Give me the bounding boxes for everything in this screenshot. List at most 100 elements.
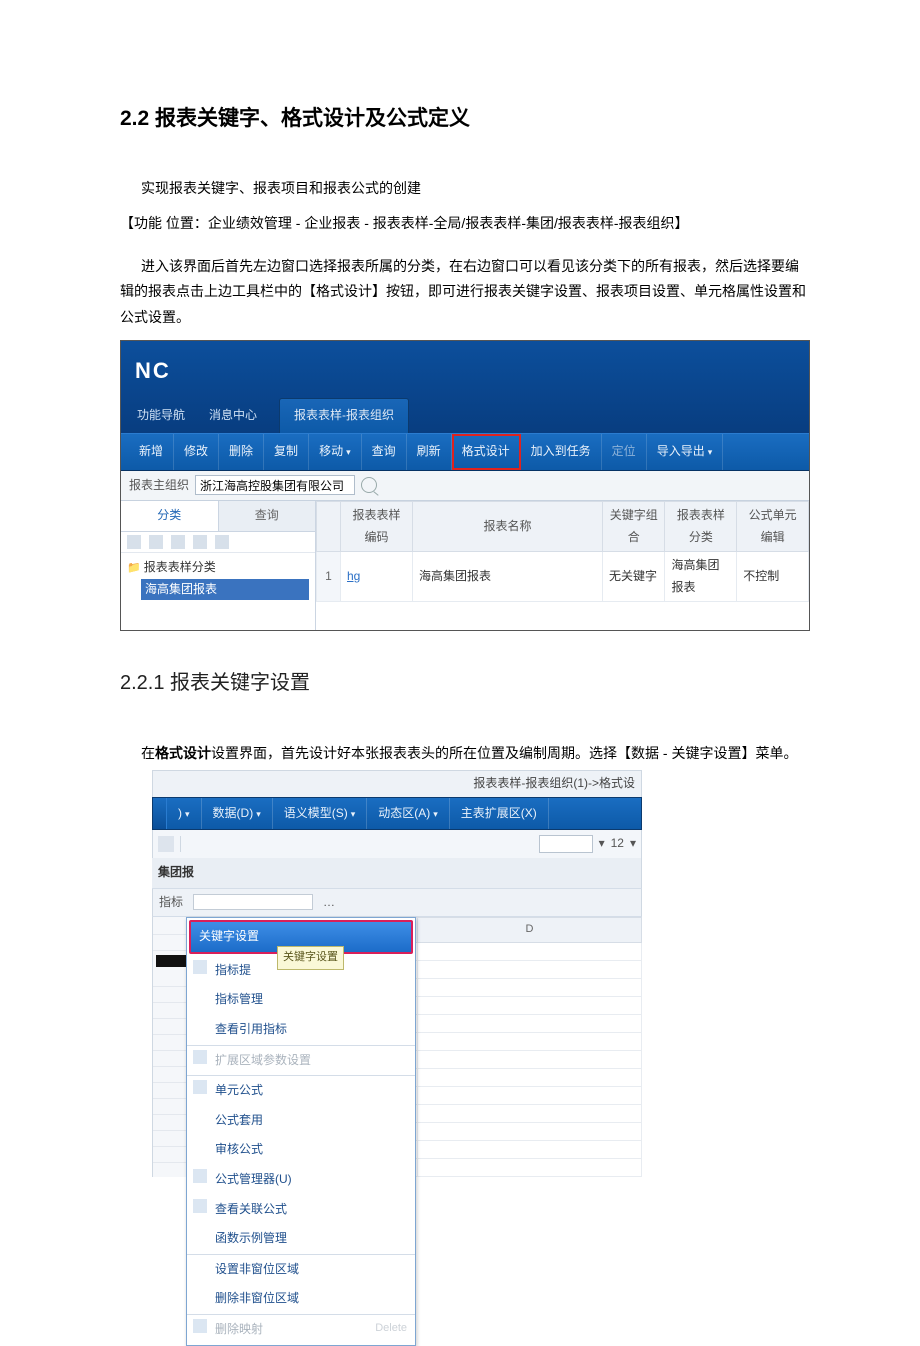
nc-btn-query[interactable]: 查询 xyxy=(362,434,407,470)
ms-menubar-handle xyxy=(153,798,167,830)
grid-col-keycombo: 关键字组合 xyxy=(603,502,665,552)
ms-menubar: )▾ 数据(D)▾ 语义模型(S)▾ 动态区(A)▾ 主表扩展区(X) xyxy=(152,797,642,831)
ms-menu-data[interactable]: 数据(D)▾ xyxy=(202,798,273,830)
menu-item-formula-apply[interactable]: 公式套用 xyxy=(187,1106,415,1136)
nc-filter-org-input[interactable] xyxy=(195,475,355,495)
menu-item-del-mapping: 删除映射Delete xyxy=(187,1314,415,1345)
grid-cell-idx: 1 xyxy=(317,552,341,602)
menu-item-set-nonwindow[interactable]: 设置非窗位区域 xyxy=(187,1254,415,1285)
ms-indicator-input[interactable] xyxy=(193,894,313,910)
grid-col-name: 报表名称 xyxy=(413,502,603,552)
grid-col-idx xyxy=(317,502,341,552)
menu-item-view-related-formula[interactable]: 查看关联公式 xyxy=(187,1195,415,1225)
nc-left-icon-row xyxy=(121,532,315,553)
nc-filter-label: 报表主组织 xyxy=(129,475,189,497)
menu-item-icon xyxy=(193,1199,207,1213)
nc-btn-refresh[interactable]: 刷新 xyxy=(407,434,452,470)
ms-menu-dynamic[interactable]: 动态区(A)▾ xyxy=(367,798,450,830)
ms-format-toolbar: ▾ 12 ▾ xyxy=(152,830,642,858)
nc-btn-copy[interactable]: 复制 xyxy=(264,434,309,470)
menu-item-icon xyxy=(193,1050,207,1064)
menu-item-function-example[interactable]: 函数示例管理 xyxy=(187,1224,415,1254)
nc-screenshot: NC 功能导航 消息中心 报表表样-报表组织 新增 修改 删除 复制 移动▾ 查… xyxy=(120,340,810,631)
menu-item-audit-formula[interactable]: 审核公式 xyxy=(187,1135,415,1165)
nc-report-grid: 报表表样编码 报表名称 关键字组合 报表表样分类 公式单元编辑 1 hg 海高集… xyxy=(316,501,809,602)
menu-item-icon xyxy=(193,1319,207,1333)
nc-btn-edit[interactable]: 修改 xyxy=(174,434,219,470)
nc-tab-message-center[interactable]: 消息中心 xyxy=(207,399,259,433)
data-menu-dropdown: 关键字设置 关键字设置 指标提 指标管理 查看引用指标 扩展区域参数设置 单元公… xyxy=(186,917,416,1345)
ms-menu-semantic[interactable]: 语义模型(S)▾ xyxy=(273,798,368,830)
ms-tab-indicator[interactable]: 指标 xyxy=(159,892,183,914)
menu-item-icon xyxy=(193,1169,207,1183)
nc-filter-bar: 报表主组织 xyxy=(121,471,809,502)
section-2-2-intro: 实现报表关键字、报表项目和报表公式的创建 xyxy=(120,176,810,201)
grid-col-code: 报表表样编码 xyxy=(341,502,413,552)
chevron-down-icon[interactable]: ▾ xyxy=(599,833,605,855)
nc-btn-add-to-task[interactable]: 加入到任务 xyxy=(521,434,602,470)
chevron-down-icon: ▾ xyxy=(256,809,261,819)
chevron-down-icon: ▾ xyxy=(433,809,438,819)
grid-cell-edit: 不控制 xyxy=(737,552,809,602)
grid-cell-keycombo: 无关键字 xyxy=(603,552,665,602)
nc-btn-locate: 定位 xyxy=(602,434,647,470)
ellipsis-icon[interactable]: … xyxy=(323,892,335,914)
section-2-2-function-path: 【功能 位置：企业绩效管理 - 企业报表 - 报表表样-全局/报表表样-集团/报… xyxy=(120,211,810,236)
nc-top-tabs: 功能导航 消息中心 报表表样-报表组织 xyxy=(135,398,795,433)
menu-item-cell-formula[interactable]: 单元公式 xyxy=(187,1075,415,1106)
toolbar-icon[interactable] xyxy=(158,836,174,852)
ms-sheet-label: 集团报 xyxy=(152,858,200,888)
tree-tool-icon[interactable] xyxy=(193,535,207,549)
nc-btn-format-design[interactable]: 格式设计 xyxy=(452,434,521,470)
search-icon[interactable] xyxy=(361,477,377,493)
nc-btn-move[interactable]: 移动▾ xyxy=(309,434,362,470)
tree-leaf-selected[interactable]: 海高集团报表 xyxy=(141,579,309,601)
nc-left-tab-category[interactable]: 分类 xyxy=(121,501,219,531)
ms-window-title: 报表表样-报表组织(1)->格式设 xyxy=(152,770,642,797)
chevron-down-icon: ▾ xyxy=(708,447,713,457)
tree-root[interactable]: 报表表样分类 xyxy=(127,557,309,579)
section-2-2-1-title: 2.2.1 报表关键字设置 xyxy=(120,665,810,701)
nc-left-tab-query[interactable]: 查询 xyxy=(219,501,316,531)
menu-item-icon xyxy=(193,960,207,974)
ms-col-header-d[interactable]: D xyxy=(418,918,642,943)
section-2-2-desc: 进入该界面后首先左边窗口选择报表所属的分类，在右边窗口可以看见该分类下的所有报表… xyxy=(120,254,810,330)
tree-tool-icon[interactable] xyxy=(127,535,141,549)
menu-item-icon xyxy=(193,1080,207,1094)
chevron-down-icon: ▾ xyxy=(351,809,356,819)
section-2-2-1-desc: 在格式设计设置界面，首先设计好本张报表表头的所在位置及编制周期。选择【数据 - … xyxy=(120,741,810,766)
grid-cell-category: 海高集团报表 xyxy=(665,552,737,602)
grid-code-link[interactable]: hg xyxy=(347,569,360,583)
chevron-down-icon: ▾ xyxy=(346,447,351,457)
tree-tool-icon[interactable] xyxy=(215,535,229,549)
section-2-2-title: 2.2 报表关键字、格式设计及公式定义 xyxy=(120,100,810,138)
grid-col-category: 报表表样分类 xyxy=(665,502,737,552)
nc-btn-new[interactable]: 新增 xyxy=(129,434,174,470)
chevron-down-icon: ▾ xyxy=(185,809,190,819)
nc-btn-delete[interactable]: 删除 xyxy=(219,434,264,470)
tree-tool-icon[interactable] xyxy=(171,535,185,549)
font-family-select[interactable] xyxy=(539,835,593,853)
menu-item-indicator-extract[interactable]: 指标提 xyxy=(187,956,415,986)
nc-tab-report-org[interactable]: 报表表样-报表组织 xyxy=(279,398,409,433)
nc-left-panel: 分类 查询 报表表样分类 海高集团报表 xyxy=(121,501,316,630)
grid-cell-code[interactable]: hg xyxy=(341,552,413,602)
grid-col-cell-edit: 公式单元编辑 xyxy=(737,502,809,552)
font-size-value: 12 xyxy=(611,833,624,855)
nc-tab-function-nav[interactable]: 功能导航 xyxy=(135,399,187,433)
ms-row-marker xyxy=(156,955,189,967)
menu-item-view-ref-indicator[interactable]: 查看引用指标 xyxy=(187,1015,415,1045)
ms-menu-prev[interactable]: )▾ xyxy=(167,798,202,830)
menu-item-formula-manager[interactable]: 公式管理器(U) xyxy=(187,1165,415,1195)
menu-item-del-nonwindow[interactable]: 删除非窗位区域 xyxy=(187,1284,415,1314)
tree-tool-icon[interactable] xyxy=(149,535,163,549)
table-row[interactable]: 1 hg 海高集团报表 无关键字 海高集团报表 不控制 xyxy=(317,552,809,602)
menu-screenshot: 报表表样-报表组织(1)->格式设 )▾ 数据(D)▾ 语义模型(S)▾ 动态区… xyxy=(152,770,642,1177)
chevron-down-icon[interactable]: ▾ xyxy=(630,833,636,855)
ms-menu-main-ext[interactable]: 主表扩展区(X) xyxy=(450,798,549,830)
nc-btn-import-export[interactable]: 导入导出▾ xyxy=(647,434,724,470)
nc-logo: NC xyxy=(135,351,795,399)
nc-right-panel: 报表表样编码 报表名称 关键字组合 报表表样分类 公式单元编辑 1 hg 海高集… xyxy=(316,501,809,630)
grid-cell-name: 海高集团报表 xyxy=(413,552,603,602)
menu-item-indicator-manage[interactable]: 指标管理 xyxy=(187,985,415,1015)
